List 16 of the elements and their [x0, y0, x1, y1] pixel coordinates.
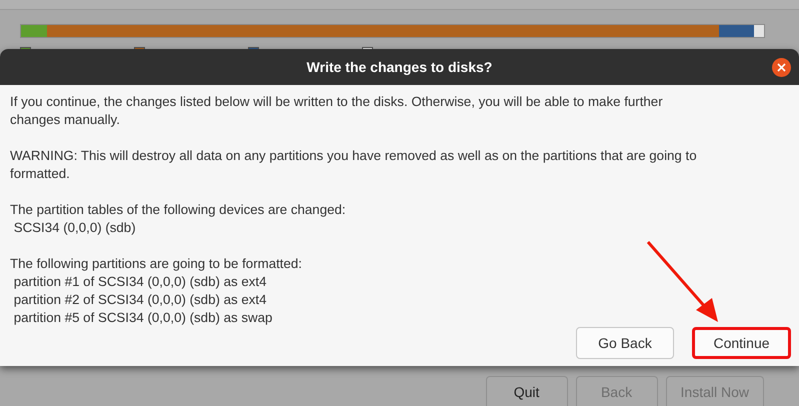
message-line: The following partitions are going to be formatted: — [10, 255, 303, 273]
message-line: partition #5 of SCSI34 (0,0,0) (sdb) as swap — [12, 309, 274, 327]
footer-button[interactable]: Quit — [486, 376, 568, 406]
dialog-title: Write the changes to disks? — [306, 59, 492, 75]
message-line: partition #2 of SCSI34 (0,0,0) (sdb) as ext4 — [12, 291, 268, 309]
message-line: changes manually. — [10, 111, 121, 129]
message-line: WARNING: This will destroy all data on any partitions you have removed as well as on the partitions that are going to — [10, 147, 698, 165]
message-line: partition #1 of SCSI34 (0,0,0) (sdb) as ext4 — [12, 273, 268, 291]
message-line: The partition tables of the following devices are changed: — [10, 201, 347, 219]
dialog-button[interactable]: Go Back — [576, 327, 674, 359]
message-line: If you continue, the changes listed below will be written to the disks. Otherwise, you will be able to make further — [10, 93, 664, 111]
highlighted-button[interactable]: Continue — [692, 327, 791, 359]
message-line: formatted. — [10, 165, 71, 183]
close-button[interactable] — [772, 58, 791, 77]
close-icon — [777, 63, 786, 72]
message-line: SCSI34 (0,0,0) (sdb) — [12, 219, 137, 237]
